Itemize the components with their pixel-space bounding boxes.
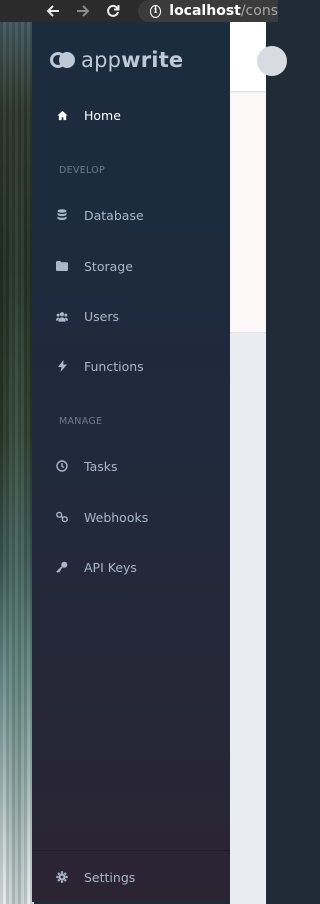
browser-toolbar: i localhost/cons: [0, 0, 278, 22]
sidebar-item-label: Home: [84, 107, 121, 123]
sidebar-item-api-keys[interactable]: API Keys: [32, 553, 230, 581]
sidebar-item-label: Database: [84, 207, 144, 223]
address-bar[interactable]: i localhost/cons: [138, 0, 278, 22]
folder-icon: [56, 260, 68, 272]
logo-mark-icon: [50, 51, 78, 69]
gear-icon: [56, 871, 68, 883]
desktop-background: [0, 0, 34, 904]
sidebar-item-database[interactable]: Database: [32, 201, 230, 229]
logo-text: appwrite: [81, 48, 184, 72]
sidebar-item-webhooks[interactable]: Webhooks: [32, 503, 230, 531]
arrow-right-icon: [77, 5, 90, 17]
sidebar-item-label: Webhooks: [84, 509, 149, 525]
home-icon: [56, 109, 68, 121]
forward-button[interactable]: [72, 0, 94, 22]
reload-icon: [107, 4, 120, 17]
sidebar-item-label: Users: [84, 308, 120, 324]
top-header: [230, 22, 287, 92]
sidebar-item-label: Settings: [84, 869, 136, 885]
sidebar-item-home[interactable]: Home: [32, 101, 230, 129]
lightning-icon: [56, 360, 68, 372]
sidebar: appwrite Home DEVELOP Database Storage U…: [32, 22, 230, 902]
sidebar-item-label: Storage: [84, 258, 133, 274]
arrow-left-icon: [46, 5, 59, 17]
back-button[interactable]: [42, 0, 64, 22]
key-icon: [56, 561, 68, 573]
database-icon: [56, 209, 68, 221]
sidebar-item-tasks[interactable]: Tasks: [32, 452, 230, 480]
sidebar-item-label: Tasks: [84, 458, 118, 474]
clock-icon: [56, 460, 68, 472]
sidebar-item-storage[interactable]: Storage: [32, 252, 230, 280]
sidebar-item-settings[interactable]: Settings: [32, 863, 230, 891]
sidebar-item-label: API Keys: [84, 559, 137, 575]
info-icon[interactable]: i: [150, 4, 162, 18]
appwrite-logo[interactable]: appwrite: [50, 48, 183, 72]
section-label-develop: DEVELOP: [59, 165, 106, 176]
app-window: appwrite Home DEVELOP Database Storage U…: [32, 22, 287, 904]
link-icon: [56, 511, 68, 523]
divider: [32, 850, 230, 851]
reload-button[interactable]: [102, 0, 124, 22]
sidebar-item-label: Functions: [84, 358, 144, 374]
avatar[interactable]: [257, 46, 287, 76]
main-content: [230, 22, 287, 904]
sidebar-item-users[interactable]: Users: [32, 302, 230, 330]
content-card: [230, 93, 266, 333]
url-text: localhost/cons: [169, 3, 278, 19]
users-icon: [56, 310, 68, 322]
section-label-manage: MANAGE: [59, 416, 103, 427]
sidebar-item-functions[interactable]: Functions: [32, 352, 230, 380]
